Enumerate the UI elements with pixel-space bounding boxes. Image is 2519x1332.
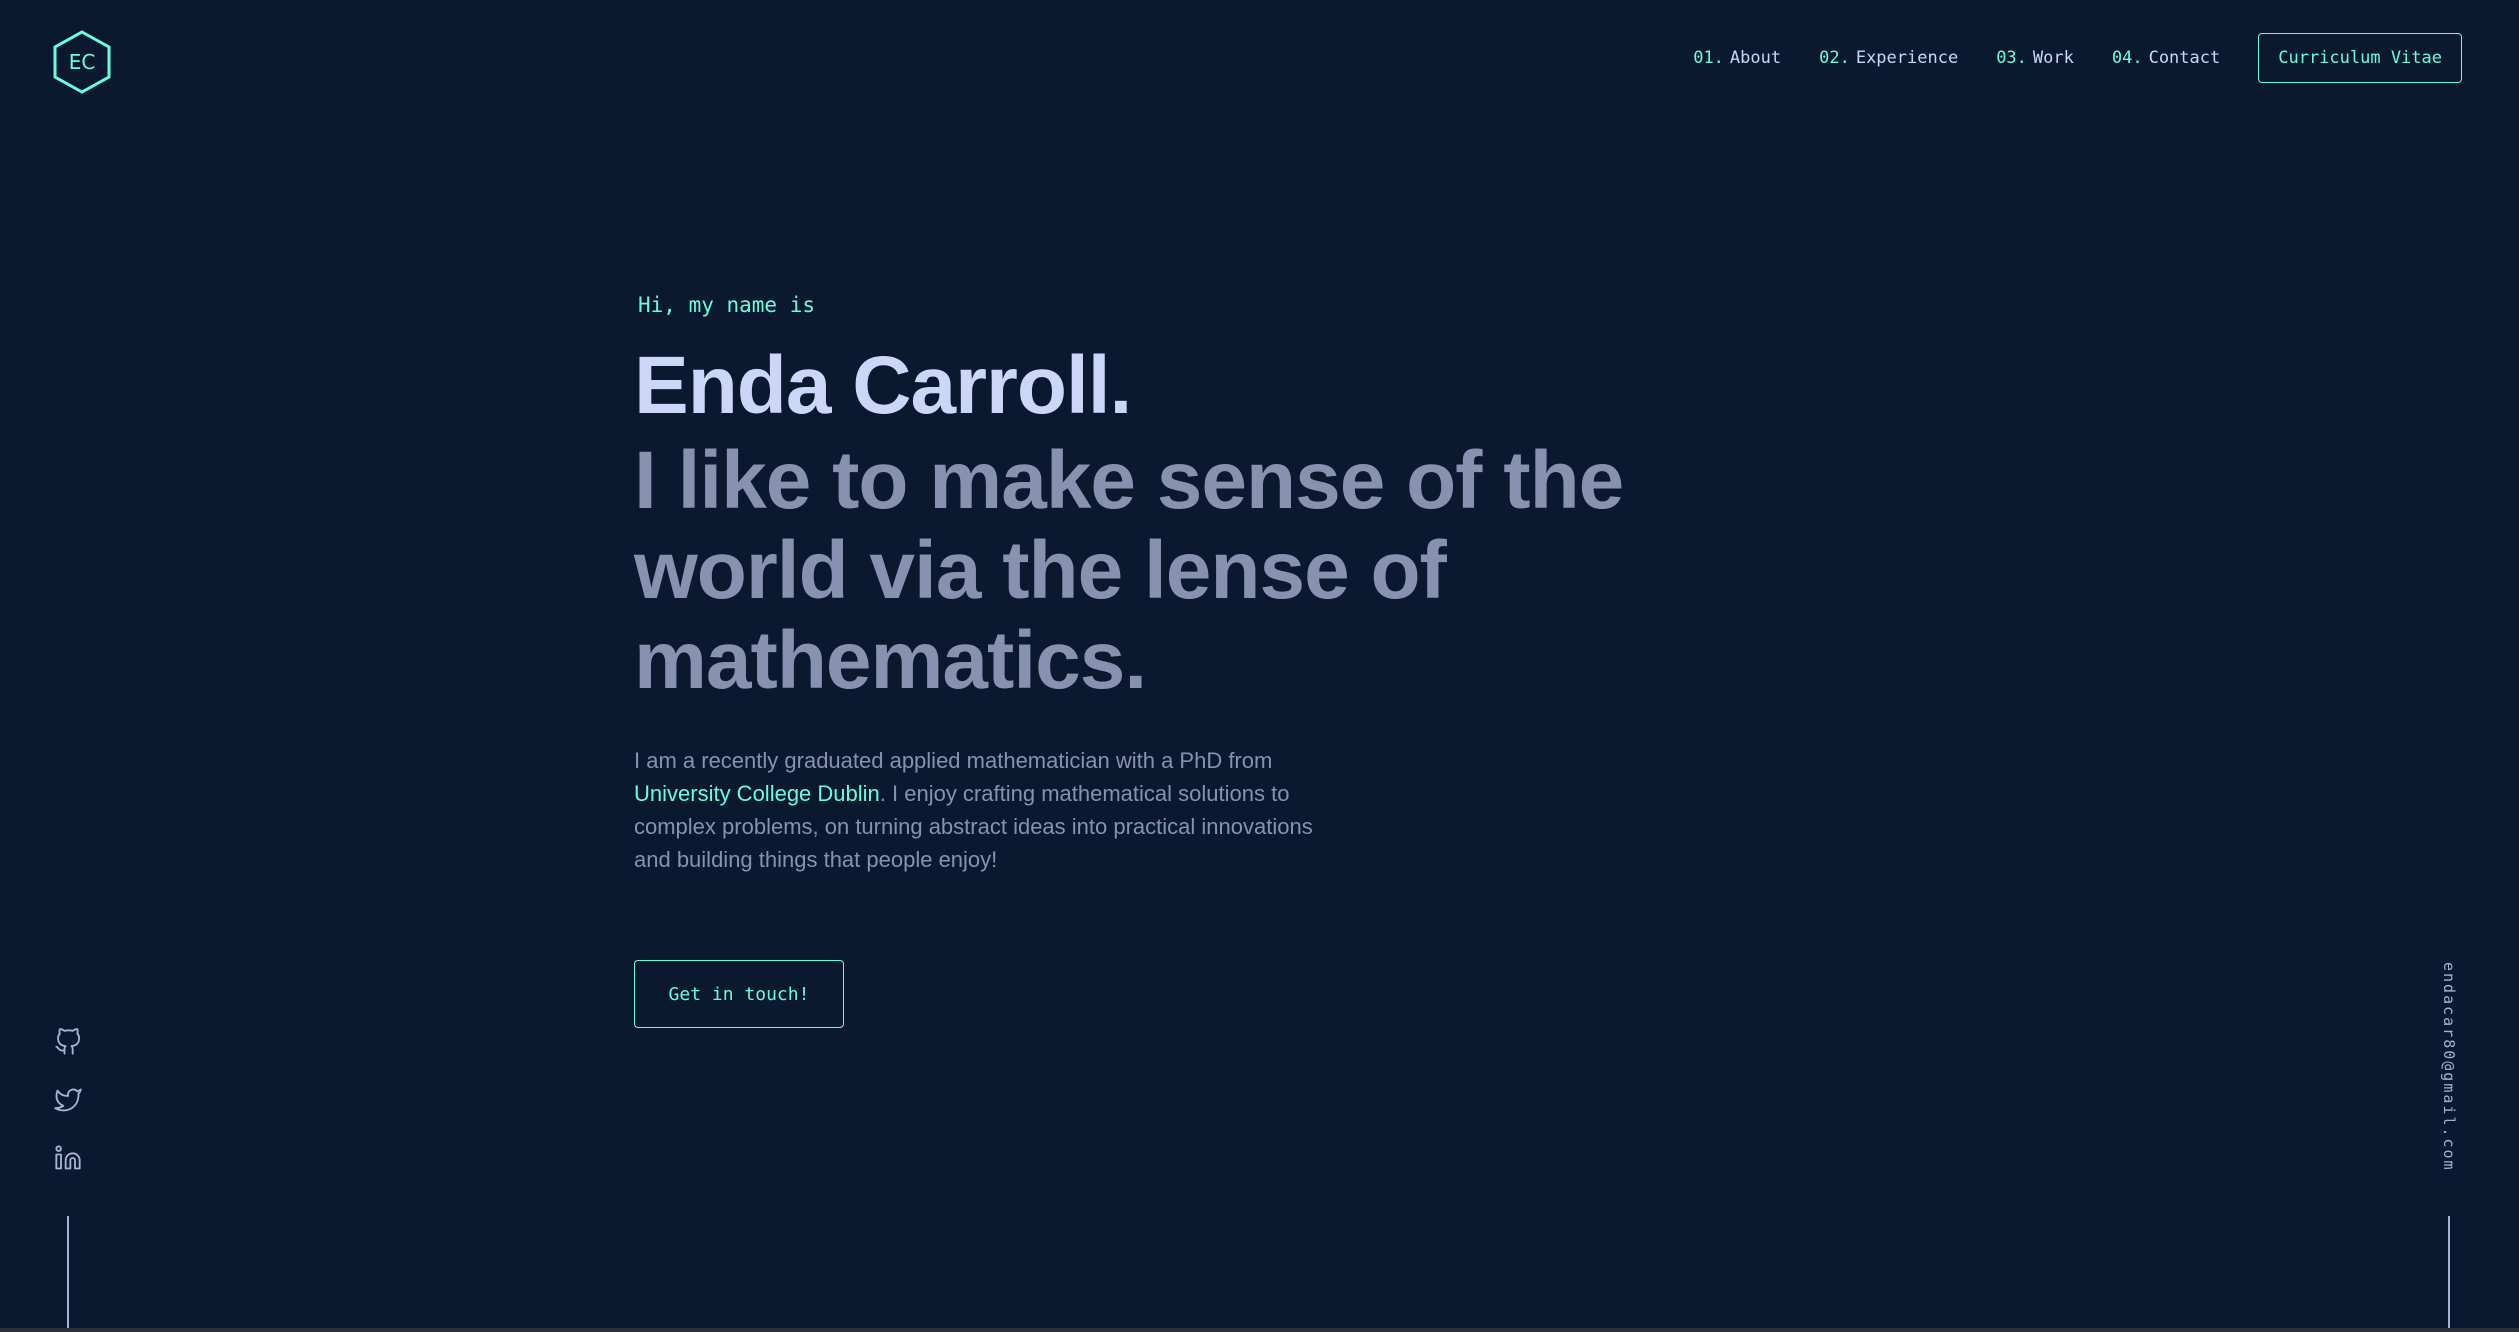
university-link[interactable]: University College Dublin (634, 781, 880, 806)
bottom-bar (0, 1328, 2519, 1332)
hero-section: Hi, my name is Enda Carroll. I like to m… (634, 290, 1734, 898)
nav-label: Contact (2148, 48, 2221, 68)
nav-label: Experience (1855, 48, 1959, 68)
get-in-touch-button[interactable]: Get in touch! (634, 960, 844, 1028)
hero-name: Enda Carroll. (634, 340, 1132, 431)
bio-text: I am a recently graduated applied mathem… (634, 748, 1273, 773)
hero-bio: I am a recently graduated applied mathem… (634, 744, 1314, 876)
main-nav: 01. About 02. Experience 03. Work 04. Contac… (1693, 33, 2462, 83)
hero-tagline: I like to make sense of the world via th… (634, 435, 1624, 706)
github-icon[interactable] (54, 1028, 82, 1056)
linkedin-icon[interactable] (54, 1144, 82, 1172)
nav-item-work[interactable]: 03. Work (1996, 48, 2074, 68)
logo-text: EC (68, 50, 96, 74)
logo[interactable]: EC (52, 30, 112, 94)
nav-label: Work (2032, 48, 2074, 68)
email-link[interactable]: endacar80@gmail.com (2432, 962, 2458, 1182)
intro-text: Hi, my name is (638, 293, 816, 317)
nav-number: 01. (1693, 48, 1724, 68)
nav-item-contact[interactable]: 04. Contact (2112, 48, 2220, 68)
left-vertical-line (67, 1216, 69, 1332)
social-links (54, 1028, 82, 1202)
nav-number: 02. (1819, 48, 1850, 68)
nav-number: 04. (2111, 48, 2143, 68)
nav-label: About (1729, 48, 1782, 68)
nav-number: 03. (1996, 48, 2027, 68)
nav-item-about[interactable]: 01. About (1693, 48, 1781, 68)
curriculum-vitae-button[interactable]: Curriculum Vitae (2258, 33, 2462, 83)
twitter-icon[interactable] (54, 1086, 82, 1114)
nav-item-experience[interactable]: 02. Experience (1819, 48, 1958, 68)
right-vertical-line (2448, 1216, 2450, 1332)
